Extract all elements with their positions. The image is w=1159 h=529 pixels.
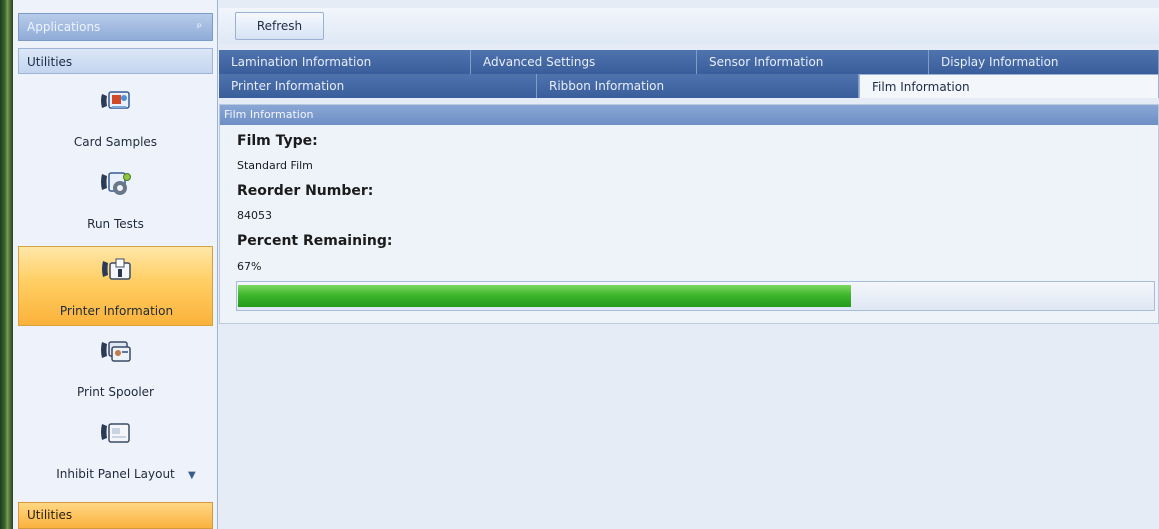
sidebar-item-print-spooler[interactable]: Print Spooler <box>18 328 213 408</box>
inhibit-panel-layout-icon <box>101 423 130 443</box>
tab-label: Lamination Information <box>231 55 372 69</box>
desktop-background-strip <box>0 0 13 529</box>
refresh-button[interactable]: Refresh <box>235 12 324 40</box>
printer-information-icon <box>102 258 131 280</box>
tab-advanced-settings[interactable]: Advanced Settings <box>471 50 697 74</box>
film-type-label: Film Type: <box>237 133 318 149</box>
utilities-section-label: Utilities <box>27 55 73 69</box>
tab-lamination-information[interactable]: Lamination Information <box>219 50 471 74</box>
tab-film-information[interactable]: Film Information <box>859 74 1159 98</box>
percent-remaining-label: Percent Remaining: <box>237 233 393 249</box>
sidebar-item-label: Run Tests <box>87 217 144 231</box>
tab-printer-information[interactable]: Printer Information <box>219 74 537 98</box>
tab-ribbon-information[interactable]: Ribbon Information <box>537 74 859 98</box>
tab-label: Ribbon Information <box>549 79 665 93</box>
main-content: Refresh Lamination Information Advanced … <box>219 0 1159 529</box>
toolbar: Refresh <box>219 8 1159 44</box>
tab-label: Printer Information <box>231 79 345 93</box>
sidebar-item-printer-information[interactable]: Printer Information <box>18 246 213 326</box>
applications-sidebar: Applications ᵖ Utilities Card Samples Ru… <box>13 0 218 529</box>
print-spooler-icon <box>101 341 131 362</box>
sidebar-item-inhibit-panel-layout[interactable]: Inhibit Panel Layout <box>18 410 213 490</box>
utilities-footer-button[interactable]: Utilities <box>18 502 213 529</box>
tab-label: Display Information <box>941 55 1059 69</box>
applications-header-label: Applications <box>27 20 101 34</box>
run-tests-icon <box>101 172 131 195</box>
pin-icon[interactable]: ᵖ <box>197 20 202 34</box>
panel-title: Film Information <box>220 105 1158 125</box>
sidebar-item-label: Printer Information <box>59 304 174 318</box>
reorder-number-value: 84053 <box>237 209 272 222</box>
sidebar-item-run-tests[interactable]: Run Tests <box>18 160 213 240</box>
film-type-value: Standard Film <box>237 159 313 172</box>
progress-fill <box>238 285 851 307</box>
tab-row-1: Lamination Information Advanced Settings… <box>219 50 1159 74</box>
applications-header[interactable]: Applications ᵖ <box>18 13 213 41</box>
utilities-section-header[interactable]: Utilities <box>18 48 213 74</box>
film-remaining-progress-bar <box>236 281 1155 311</box>
utilities-footer-label: Utilities <box>27 508 73 522</box>
sidebar-item-label: Print Spooler <box>77 385 154 399</box>
tab-label: Advanced Settings <box>483 55 596 69</box>
sidebar-item-card-samples[interactable]: Card Samples <box>18 78 213 158</box>
card-samples-icon <box>101 91 130 109</box>
percent-remaining-value: 67% <box>237 260 262 273</box>
tab-label: Film Information <box>872 80 970 94</box>
tab-row-2: Printer Information Ribbon Information F… <box>219 74 1159 98</box>
tab-sensor-information[interactable]: Sensor Information <box>697 50 929 74</box>
film-information-panel: Film Information Film Type: Standard Fil… <box>219 104 1159 324</box>
sidebar-item-label: Inhibit Panel Layout <box>56 467 175 481</box>
tab-label: Sensor Information <box>709 55 824 69</box>
sidebar-item-label: Card Samples <box>73 135 158 149</box>
chevron-down-icon[interactable]: ▼ <box>188 470 196 481</box>
tab-display-information[interactable]: Display Information <box>929 50 1159 74</box>
reorder-number-label: Reorder Number: <box>237 183 374 199</box>
